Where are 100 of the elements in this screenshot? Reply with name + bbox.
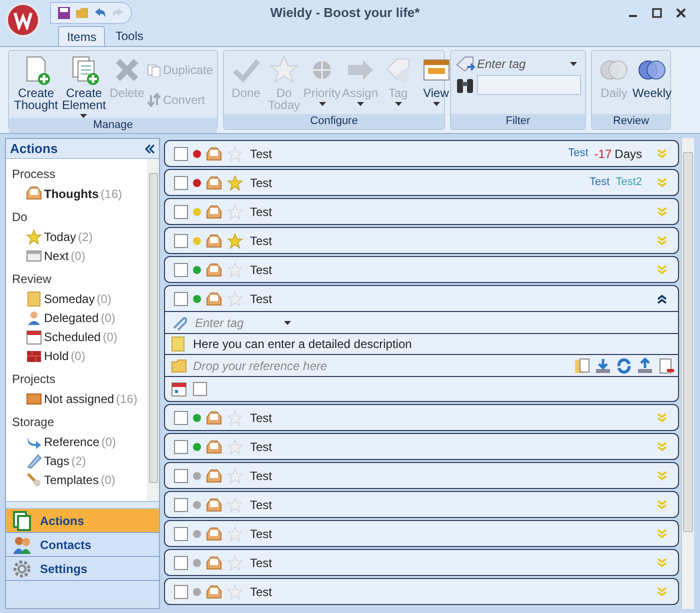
nav-item[interactable]: Thoughts (16) [12,184,147,203]
upload-icon[interactable] [637,358,653,374]
star-icon[interactable] [227,146,243,162]
checkbox[interactable] [193,382,207,396]
task-title[interactable]: Test [250,290,272,308]
ribbon-button[interactable]: Create Element [60,55,107,118]
star-icon[interactable] [227,290,243,306]
checkbox[interactable] [174,292,188,306]
checkbox[interactable] [174,584,188,598]
scrollbar[interactable] [147,159,159,501]
star-icon[interactable] [227,438,243,454]
star-icon[interactable] [227,174,243,190]
checkbox[interactable] [174,468,188,482]
save-icon[interactable] [57,6,71,20]
scrollbar[interactable] [681,138,694,609]
task-title[interactable]: Test [250,202,272,220]
ribbon-button[interactable]: Weekly [634,55,670,99]
nav-item[interactable]: Templates (0) [12,470,147,489]
folder-page-icon[interactable] [574,358,590,374]
nav-item[interactable]: Hold (0) [12,346,147,365]
expand-icon[interactable] [656,264,668,276]
expand-icon[interactable] [656,234,668,246]
nav-item[interactable]: Reference (0) [12,432,147,451]
due-unit: Days [614,146,642,162]
checkbox[interactable] [174,410,188,424]
expand-icon[interactable] [656,586,668,598]
tray-icon [206,176,222,190]
tray-icon [206,146,222,160]
tray-icon [206,234,222,248]
nav-button[interactable]: Settings [6,557,159,581]
expand-icon[interactable] [656,556,668,568]
nav-item[interactable]: Not assigned (16) [12,389,147,408]
tag-label[interactable]: Test [590,174,610,191]
expand-icon[interactable] [656,412,668,424]
task-title[interactable]: Test [250,144,272,162]
star-icon[interactable] [227,262,243,278]
task-title[interactable]: Test [250,408,272,426]
task-title[interactable]: Test [250,260,272,278]
nav-item[interactable]: Scheduled (0) [12,327,147,346]
maximize-icon[interactable] [652,8,662,18]
checkbox[interactable] [174,234,188,248]
tag-label[interactable]: Test [568,145,588,162]
expand-icon[interactable] [656,528,668,540]
star-icon[interactable] [227,554,243,570]
expand-icon[interactable] [656,440,668,452]
star-icon[interactable] [227,410,243,426]
calendar-icon[interactable] [171,381,187,397]
page-minus-icon[interactable] [658,358,674,374]
task-title[interactable]: Test [250,496,272,514]
expand-icon[interactable] [656,206,668,218]
task-title[interactable]: Test [250,554,272,572]
ribbon-button[interactable]: Create Thought [13,55,59,111]
expand-icon[interactable] [656,498,668,510]
tag-dropdown[interactable]: Enter tag [477,55,581,73]
pages-icon [12,510,32,530]
nav-item[interactable]: Delegated (0) [12,308,147,327]
nav-button[interactable]: Contacts [6,533,159,557]
task-title[interactable]: Test [250,524,272,542]
nav-item[interactable]: Someday (0) [12,289,147,308]
task-title[interactable]: Test [250,438,272,456]
w-letter-icon [13,10,33,30]
nav-button[interactable]: Actions [6,509,159,533]
star-icon[interactable] [227,468,243,484]
paperclip-icon [171,314,187,330]
checkbox[interactable] [174,498,188,512]
expand-icon[interactable] [656,148,668,160]
expand-icon[interactable] [656,176,668,188]
nav-item[interactable]: Today (2) [12,227,147,246]
download-icon[interactable] [595,358,611,374]
star-icon[interactable] [227,526,243,542]
task-title[interactable]: Test [250,174,272,192]
task-title[interactable]: Test [250,466,272,484]
tab[interactable]: Items [58,26,106,46]
group-label: Manage [9,118,217,133]
checkbox[interactable] [174,526,188,540]
app-logo[interactable] [6,3,40,37]
nav-item[interactable]: Next (0) [12,246,147,265]
collapse-icon[interactable] [145,144,155,154]
star-icon[interactable] [227,204,243,220]
refresh-icon[interactable] [616,358,632,374]
description-field[interactable]: Here you can enter a detailed description [193,335,412,353]
star-icon[interactable] [227,584,243,600]
checkbox[interactable] [174,262,188,276]
window-title: Wieldy - Boost your life* [270,4,420,22]
checkbox[interactable] [174,556,188,570]
checkbox[interactable] [174,146,188,160]
filter-field[interactable] [477,75,581,95]
splitter-handle[interactable] [6,501,159,509]
task-title[interactable]: Test [250,232,272,250]
checkbox[interactable] [174,204,188,218]
star-icon[interactable] [227,496,243,512]
checkbox[interactable] [174,176,188,190]
task-title[interactable]: Test [250,582,272,600]
close-icon[interactable] [676,8,686,18]
expand-icon[interactable] [656,470,668,482]
nav-item[interactable]: Tags (2) [12,451,147,470]
tab[interactable]: Tools [107,26,152,46]
checkbox[interactable] [174,440,188,454]
collapse-icon[interactable] [656,292,668,304]
star-icon[interactable] [227,232,243,248]
